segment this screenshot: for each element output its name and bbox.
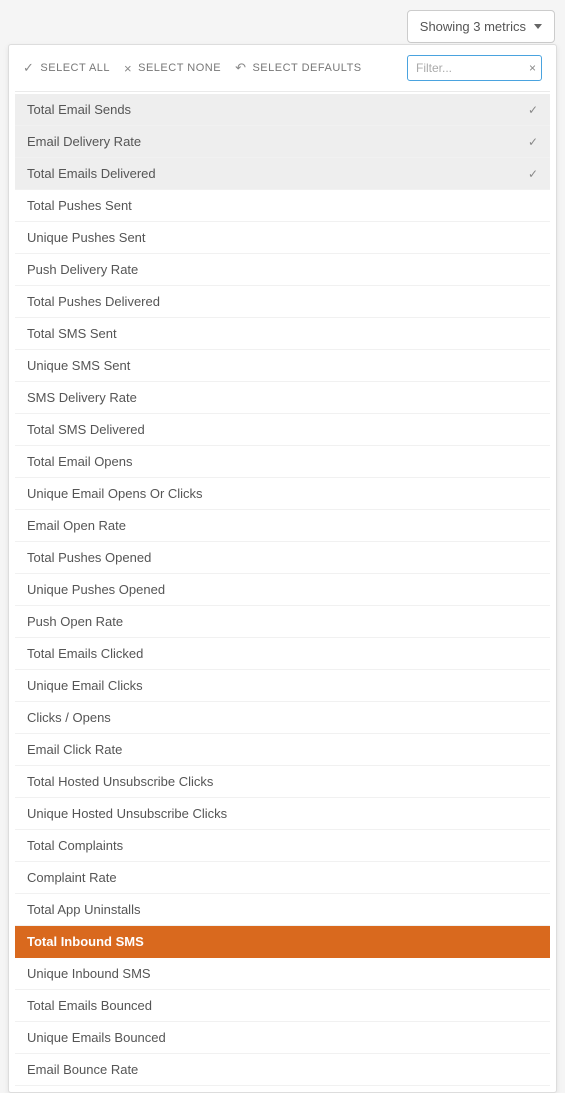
metric-item[interactable]: Email Click Rate bbox=[15, 734, 550, 766]
metric-item-label: Email Bounce Rate bbox=[27, 1062, 138, 1077]
metric-item-label: Total Pushes Delivered bbox=[27, 294, 160, 309]
metric-item-label: Total Inbound SMS bbox=[27, 934, 144, 949]
metric-item-label: Total Pushes Sent bbox=[27, 198, 132, 213]
metric-item[interactable]: Push Delivery Rate bbox=[15, 254, 550, 286]
metrics-toggle-label: Showing 3 metrics bbox=[420, 19, 526, 34]
metric-item[interactable]: Push Open Rate bbox=[15, 606, 550, 638]
metrics-dropdown-toggle[interactable]: Showing 3 metrics bbox=[407, 10, 555, 43]
check-icon: ✓ bbox=[528, 167, 538, 181]
metric-item[interactable]: Unique Pushes Sent bbox=[15, 222, 550, 254]
metric-item[interactable]: Unique Hosted Unsubscribe Clicks bbox=[15, 798, 550, 830]
metric-item-label: Push Delivery Rate bbox=[27, 262, 138, 277]
metric-item[interactable]: Total App Uninstalls bbox=[15, 894, 550, 926]
metric-item-label: Total Email Opens bbox=[27, 454, 133, 469]
metric-item[interactable]: Complaint Rate bbox=[15, 862, 550, 894]
metric-item-label: Unique SMS Sent bbox=[27, 358, 130, 373]
metric-item-label: Total SMS Sent bbox=[27, 326, 117, 341]
metric-item[interactable]: Email Delivery Rate ✓ bbox=[15, 126, 550, 158]
metric-item[interactable]: Total Emails Delivered ✓ bbox=[15, 158, 550, 190]
metric-item[interactable]: Total Inbound SMS bbox=[15, 926, 550, 958]
metric-item-label: Unique Email Clicks bbox=[27, 678, 143, 693]
chevron-down-icon bbox=[534, 24, 542, 29]
metric-item[interactable]: Total Complaints bbox=[15, 830, 550, 862]
metric-item[interactable]: Unique Inbound SMS bbox=[15, 958, 550, 990]
check-icon: ✓ bbox=[528, 135, 538, 149]
metric-item-label: Total Hosted Unsubscribe Clicks bbox=[27, 774, 213, 789]
metric-item[interactable]: Total Emails Bounced bbox=[15, 990, 550, 1022]
metric-item-label: Total Pushes Opened bbox=[27, 550, 151, 565]
metric-item-label: Complaint Rate bbox=[27, 870, 117, 885]
metric-item-label: Unique Hosted Unsubscribe Clicks bbox=[27, 806, 227, 821]
metric-item[interactable]: Total Emails Clicked bbox=[15, 638, 550, 670]
metric-item-label: Unique Inbound SMS bbox=[27, 966, 151, 981]
select-defaults-label: SELECT DEFAULTS bbox=[252, 62, 361, 74]
metric-item[interactable]: Unique Pushes Opened bbox=[15, 574, 550, 606]
metric-item[interactable]: Total Pushes Sent bbox=[15, 190, 550, 222]
filter-input[interactable] bbox=[407, 55, 542, 81]
metric-item[interactable]: Clicks / Opens bbox=[15, 702, 550, 734]
metric-item[interactable]: Unique Email Clicks bbox=[15, 670, 550, 702]
select-all-label: SELECT ALL bbox=[40, 62, 110, 74]
metric-item[interactable]: Total SMS Sent bbox=[15, 318, 550, 350]
divider bbox=[15, 91, 550, 92]
metric-item-label: Total Email Sends bbox=[27, 102, 131, 117]
metric-item-label: Email Open Rate bbox=[27, 518, 126, 533]
metric-item[interactable]: Email Bounce Rate bbox=[15, 1054, 550, 1086]
metric-item-label: SMS Delivery Rate bbox=[27, 390, 137, 405]
metric-item-label: Total Emails Clicked bbox=[27, 646, 143, 661]
select-none-label: SELECT NONE bbox=[138, 62, 221, 74]
metric-item-label: Unique Pushes Opened bbox=[27, 582, 165, 597]
clear-filter-icon[interactable]: × bbox=[529, 61, 536, 75]
metric-item-label: Total Complaints bbox=[27, 838, 123, 853]
metric-item[interactable]: Unique Email Opens Or Clicks bbox=[15, 478, 550, 510]
metric-item[interactable]: Total SMS Delivered bbox=[15, 414, 550, 446]
toolbar: ✓ SELECT ALL × SELECT NONE ↶ SELECT DEFA… bbox=[9, 45, 556, 91]
metric-item[interactable]: Total Email Opens bbox=[15, 446, 550, 478]
check-icon: ✓ bbox=[528, 103, 538, 117]
metric-item[interactable]: SMS Delivery Rate bbox=[15, 382, 550, 414]
metric-item-label: Unique Pushes Sent bbox=[27, 230, 146, 245]
filter-wrap: × bbox=[407, 55, 542, 81]
metric-item-label: Total SMS Delivered bbox=[27, 422, 145, 437]
metric-item[interactable]: Unique Emails Bounced bbox=[15, 1022, 550, 1054]
metric-item[interactable]: Total Pushes Delivered bbox=[15, 286, 550, 318]
metrics-list: Total Email Sends✓Email Delivery Rate✓To… bbox=[9, 94, 556, 1092]
metric-item[interactable]: Email Open Rate bbox=[15, 510, 550, 542]
metric-item-label: Push Open Rate bbox=[27, 614, 123, 629]
metric-item-label: Clicks / Opens bbox=[27, 710, 111, 725]
metric-item[interactable]: Total Email Sends ✓ bbox=[15, 94, 550, 126]
select-defaults-button[interactable]: ↶ SELECT DEFAULTS bbox=[235, 60, 362, 76]
metric-item-label: Total Emails Bounced bbox=[27, 998, 152, 1013]
select-all-button[interactable]: ✓ SELECT ALL bbox=[23, 60, 110, 76]
metric-item-label: Total Emails Delivered bbox=[27, 166, 156, 181]
metric-item[interactable]: Total Hosted Unsubscribe Clicks bbox=[15, 766, 550, 798]
metric-item-label: Total App Uninstalls bbox=[27, 902, 140, 917]
undo-icon: ↶ bbox=[235, 60, 246, 76]
close-icon: × bbox=[124, 61, 132, 76]
metric-item-label: Unique Email Opens Or Clicks bbox=[27, 486, 203, 501]
metric-item-label: Email Click Rate bbox=[27, 742, 122, 757]
metrics-dropdown-panel: ✓ SELECT ALL × SELECT NONE ↶ SELECT DEFA… bbox=[8, 44, 557, 1093]
select-none-button[interactable]: × SELECT NONE bbox=[124, 61, 221, 76]
metric-item[interactable]: Total Pushes Opened bbox=[15, 542, 550, 574]
metric-item[interactable]: Unique SMS Sent bbox=[15, 350, 550, 382]
metric-item-label: Unique Emails Bounced bbox=[27, 1030, 166, 1045]
check-icon: ✓ bbox=[23, 60, 34, 76]
metric-item-label: Email Delivery Rate bbox=[27, 134, 141, 149]
